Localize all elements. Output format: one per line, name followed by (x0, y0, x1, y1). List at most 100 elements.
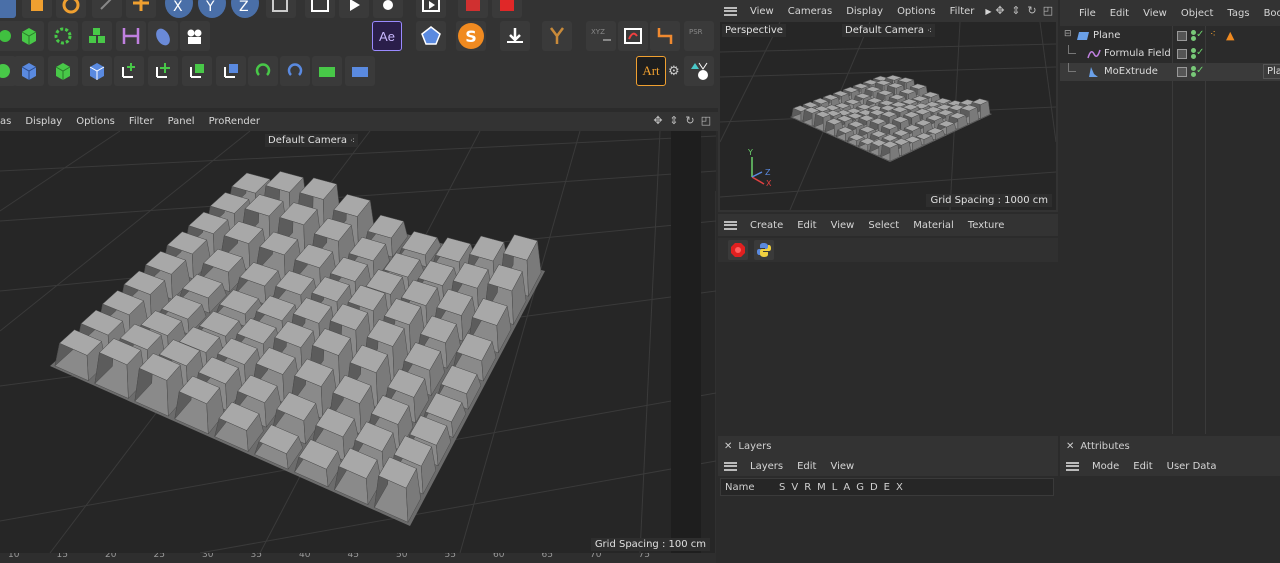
menu-view[interactable]: View (743, 6, 781, 17)
menu-edit[interactable]: Edit (790, 220, 823, 231)
render-view-button[interactable] (339, 0, 369, 18)
edges-mode-button[interactable] (148, 56, 178, 86)
right-camera-label[interactable]: Default Camera ⁖ (842, 24, 935, 37)
live-select-button[interactable] (0, 0, 16, 18)
scale-tool-button[interactable] (92, 0, 122, 18)
menu-options[interactable]: Options (69, 116, 122, 127)
layer-checkbox[interactable] (1177, 49, 1187, 59)
timeline-ruler[interactable]: 10 15 20 25 30 35 40 45 50 55 60 65 70 75 (0, 553, 716, 563)
menu-display[interactable]: Display (18, 116, 69, 127)
move-tool-button[interactable] (22, 0, 52, 18)
menu-options[interactable]: Options (890, 6, 943, 17)
object-name[interactable]: Plane (1093, 30, 1120, 41)
phong-tag-icon[interactable]: ▲ (1226, 29, 1234, 42)
menu-layers[interactable]: Layers (743, 461, 790, 472)
object-name[interactable]: MoExtrude (1104, 66, 1158, 77)
menu-user-data[interactable]: User Data (1160, 461, 1224, 472)
cube-red-button[interactable] (458, 0, 488, 18)
menu-prorender[interactable]: ProRender (202, 116, 267, 127)
panel-menu-icon[interactable] (724, 220, 737, 230)
panel-menu-icon[interactable] (1066, 461, 1079, 471)
col-flag[interactable]: V (791, 482, 798, 493)
record-material-button[interactable] (728, 240, 748, 260)
snap-button[interactable] (248, 56, 278, 86)
art-button[interactable]: Art (636, 56, 666, 86)
spline-tool-button[interactable] (618, 21, 648, 51)
array-object-button[interactable] (48, 21, 78, 51)
panel-menu-icon[interactable] (724, 6, 737, 16)
menu-edit[interactable]: Edit (1126, 461, 1159, 472)
col-flag[interactable]: S (779, 482, 785, 493)
menu-edit[interactable]: Edit (790, 461, 823, 472)
xyz-button[interactable]: XYZ (586, 21, 616, 51)
col-flag[interactable]: E (884, 482, 890, 493)
z-axis-lock-button[interactable]: Z (231, 0, 259, 18)
texture-mode-button[interactable] (48, 56, 78, 86)
menu-material[interactable]: Material (906, 220, 961, 231)
menu-select[interactable]: Select (861, 220, 906, 231)
workplane-mode-button[interactable] (82, 56, 112, 86)
enabled-check-icon[interactable]: ✓ (1196, 47, 1204, 58)
menu-cameras[interactable]: Cameras (781, 6, 839, 17)
menu-mode[interactable]: Mode (1085, 461, 1126, 472)
deformer-button[interactable] (148, 21, 178, 51)
right-viewport[interactable]: Y Z X Perspective Default Camera ⁖ Grid … (720, 22, 1056, 210)
workplane-button[interactable] (345, 56, 375, 86)
maximize-view-icon[interactable]: ◰ (1042, 5, 1054, 17)
enabled-check-icon[interactable]: ✓ (1196, 65, 1204, 76)
picture-viewer-button[interactable] (416, 0, 446, 18)
layer-checkbox[interactable] (1177, 31, 1187, 41)
enabled-check-icon[interactable]: ✓ (1196, 29, 1204, 40)
gear-icon[interactable]: ⚙ (668, 64, 680, 79)
menu-view[interactable]: View (1136, 8, 1174, 19)
cube-object-button[interactable] (14, 21, 44, 51)
col-flag[interactable]: M (817, 482, 826, 493)
layer-checkbox[interactable] (1177, 67, 1187, 77)
col-flag[interactable]: X (896, 482, 903, 493)
move-view-icon[interactable]: ✥ (994, 5, 1006, 17)
collapse-icon[interactable]: ⊟ (1064, 29, 1072, 39)
object-row-formula-field[interactable]: Formula Field ✓ (1060, 45, 1280, 63)
uv-mode-button[interactable] (216, 56, 246, 86)
object-row-plane[interactable]: ⊟ Plane ✓ ⁖ ▲ (1060, 27, 1280, 45)
after-effects-button[interactable]: Ae (372, 21, 402, 51)
menu-file[interactable]: File (1072, 8, 1103, 19)
menu-view[interactable]: View (824, 220, 862, 231)
panel-menu-icon[interactable] (724, 461, 737, 471)
col-flag[interactable]: L (832, 482, 838, 493)
rotate-tool-button[interactable] (56, 0, 86, 18)
x-axis-lock-button[interactable]: X (165, 0, 193, 18)
menu-texture[interactable]: Texture (961, 220, 1012, 231)
menu-filter[interactable]: Filter (943, 6, 982, 17)
dolly-view-icon[interactable]: ⇕ (668, 115, 680, 127)
move-view-icon[interactable]: ✥ (652, 115, 664, 127)
scene-nodes-button[interactable] (684, 56, 714, 86)
maximize-view-icon[interactable]: ◰ (700, 115, 712, 127)
col-name[interactable]: Name (721, 482, 779, 493)
rotate-view-icon[interactable]: ↻ (1026, 5, 1038, 17)
bend-tool-button[interactable] (650, 21, 680, 51)
s-plugin-button[interactable]: S (456, 21, 486, 51)
left-camera-label[interactable]: Default Camera ⁖ (265, 134, 358, 147)
camera-object-button[interactable] (180, 21, 210, 51)
object-row-moextrude[interactable]: MoExtrude ✓ (1060, 63, 1280, 81)
menu-bookmarks[interactable]: Book (1257, 8, 1280, 19)
cloner-object-button[interactable] (82, 21, 112, 51)
transform-tool-button[interactable] (126, 0, 156, 18)
psr-button[interactable]: PSR (684, 21, 714, 51)
col-flag[interactable]: R (804, 482, 811, 493)
points-mode-button[interactable] (114, 56, 144, 86)
rotate-snap-button[interactable] (280, 56, 310, 86)
coordinate-system-button[interactable] (266, 0, 296, 18)
python-button[interactable] (754, 240, 774, 260)
col-flag[interactable]: G (856, 482, 864, 493)
menu-tags[interactable]: Tags (1220, 8, 1256, 19)
rotate-view-icon[interactable]: ↻ (684, 115, 696, 127)
cube-red2-button[interactable] (492, 0, 522, 18)
menu-create[interactable]: Create (743, 220, 790, 231)
polygons-mode-button[interactable] (182, 56, 212, 86)
render-settings-button[interactable] (373, 0, 403, 18)
menu-view[interactable]: View (823, 461, 861, 472)
symmetry-button[interactable] (312, 56, 342, 86)
cloner-tag-icon[interactable]: ⁖ (1210, 29, 1216, 40)
